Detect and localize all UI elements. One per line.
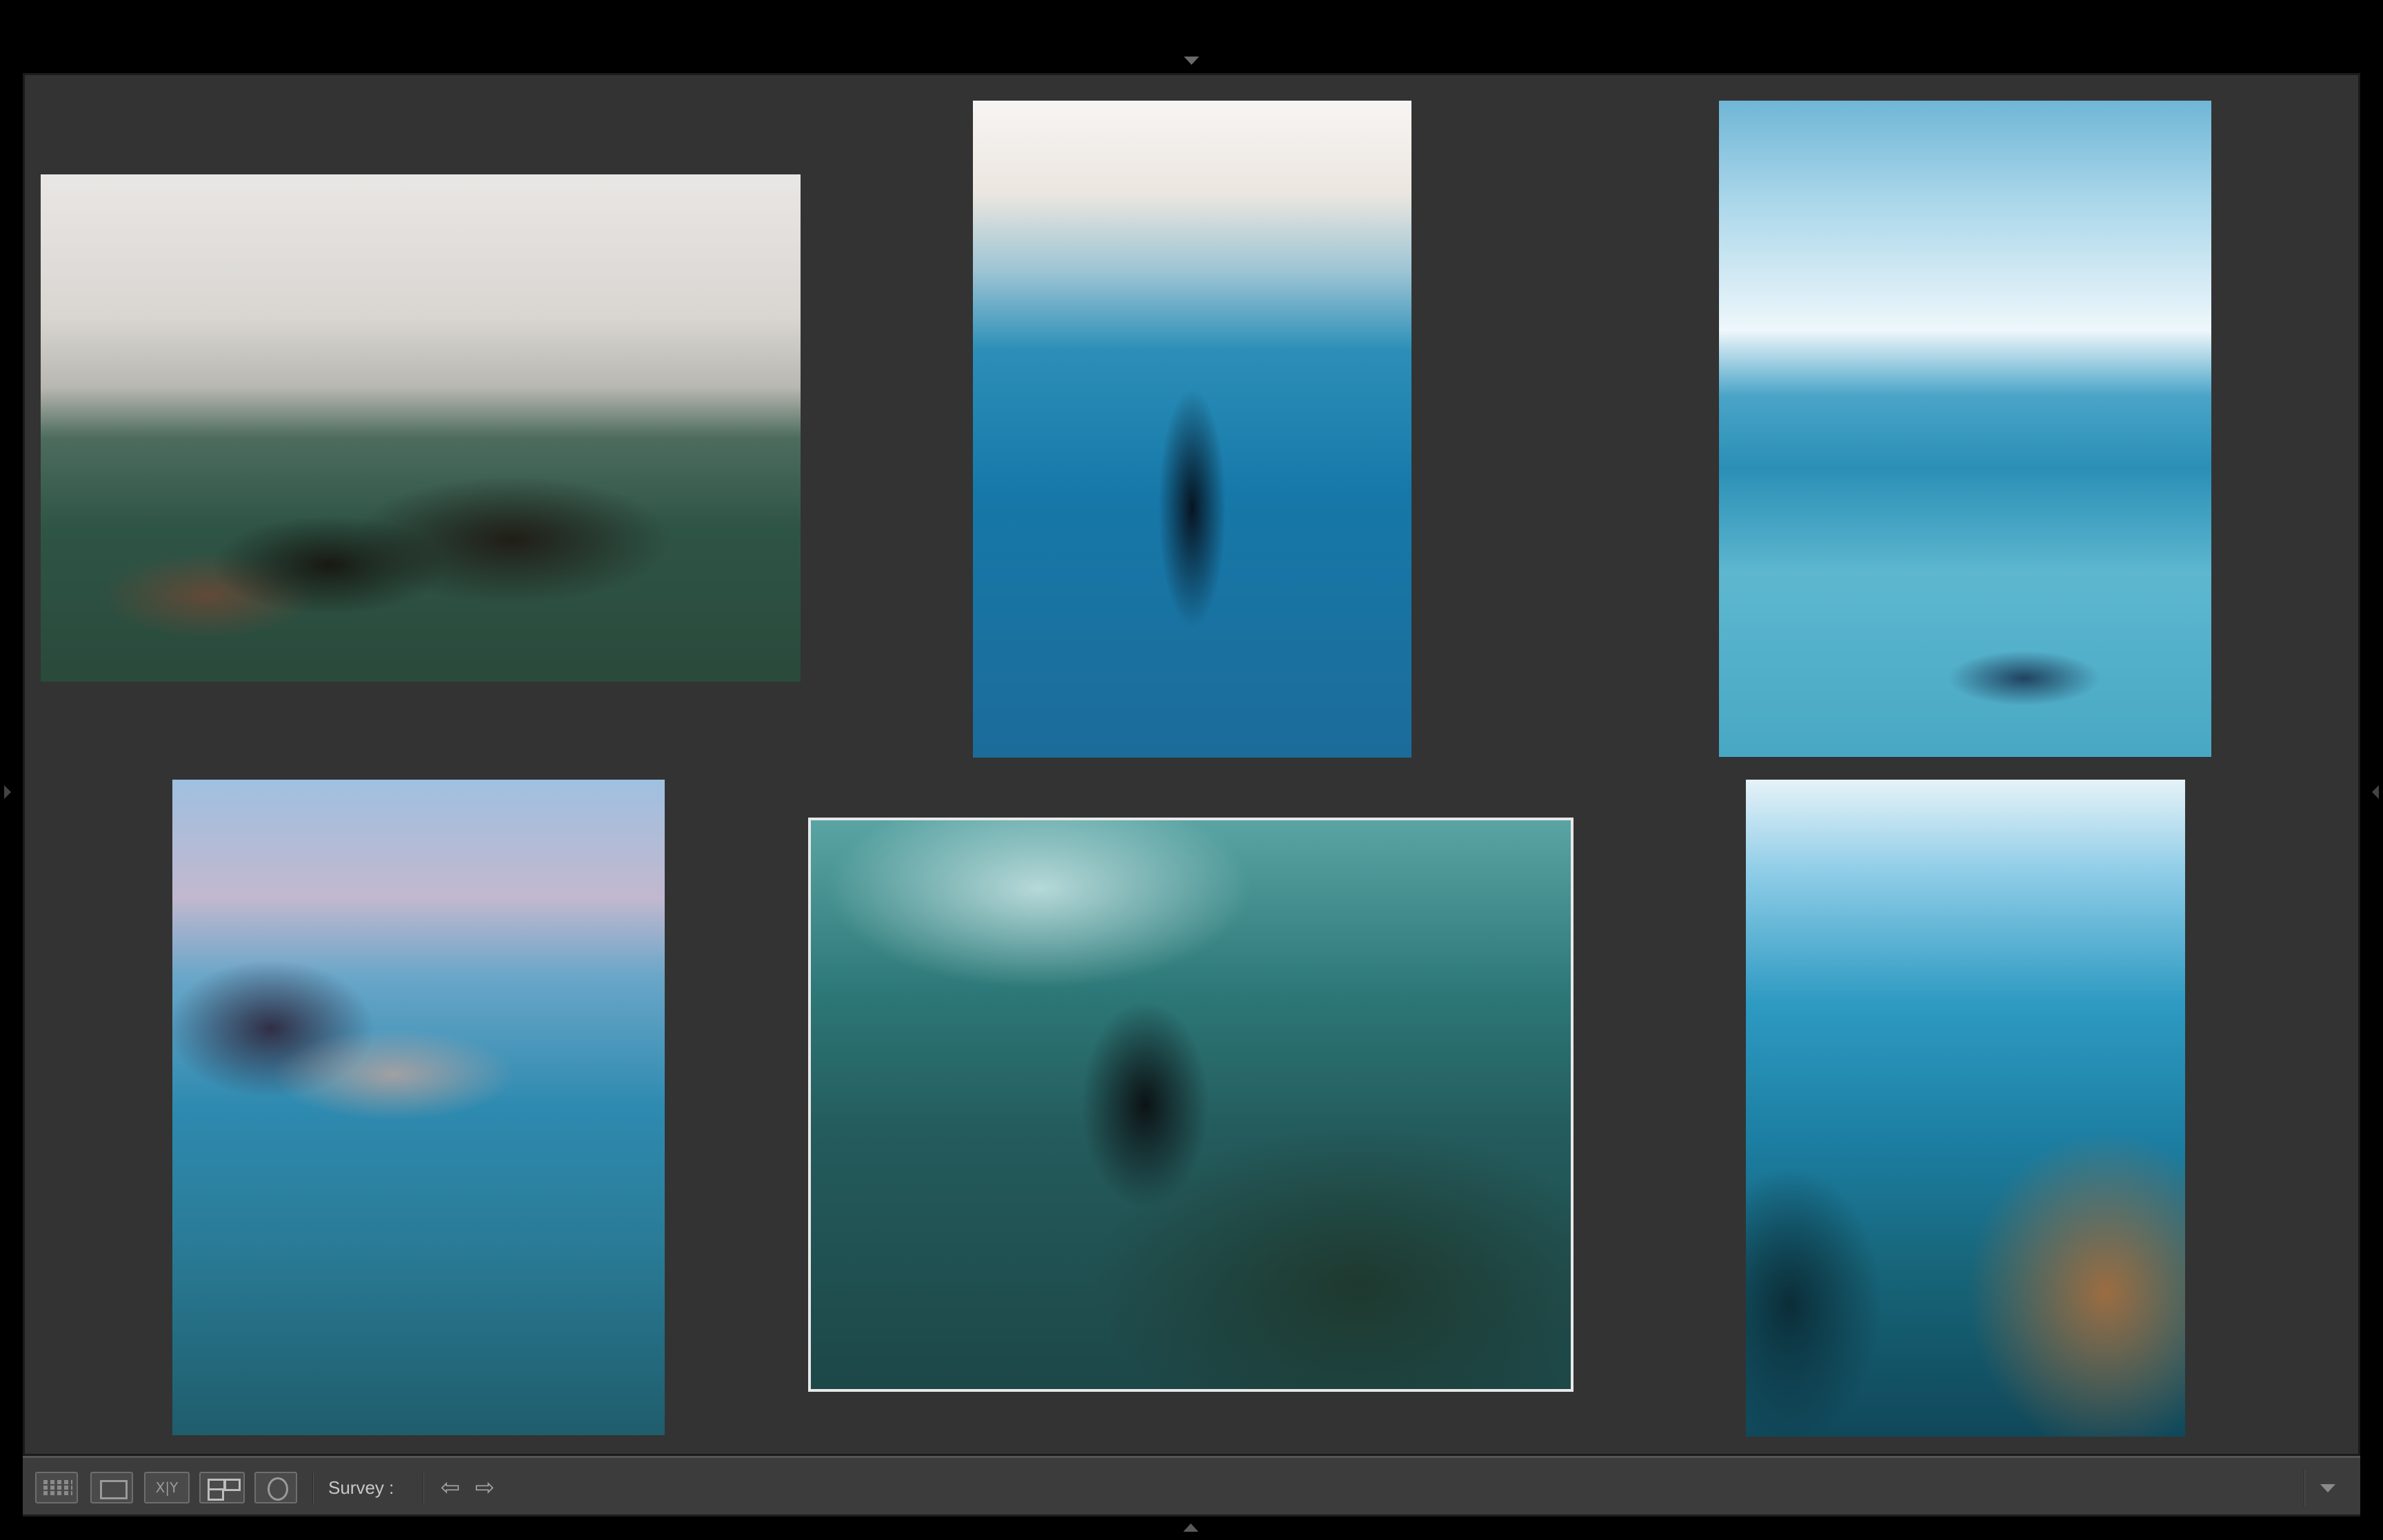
- photo-cell-swimmers[interactable]: [41, 174, 801, 682]
- toolbar-divider: [423, 1473, 424, 1503]
- loupe-view-button[interactable]: [90, 1472, 133, 1503]
- next-photo-arrow-icon[interactable]: ⇨: [472, 1475, 497, 1502]
- toolbar-divider: [312, 1473, 314, 1503]
- view-mode-label: Survey :: [328, 1477, 394, 1498]
- bottom-panel-toggle-icon[interactable]: [1183, 1523, 1198, 1532]
- left-panel-toggle-icon[interactable]: [4, 785, 11, 799]
- top-panel-toggle-icon[interactable]: [1184, 57, 1199, 65]
- right-panel-toggle-icon[interactable]: [2372, 785, 2379, 799]
- compare-view-button[interactable]: X|Y: [144, 1472, 190, 1503]
- photo-cell-reef-wall-diver[interactable]: [1746, 780, 2185, 1437]
- people-view-button[interactable]: [254, 1472, 297, 1503]
- toolbar-content-menu-chevron-icon[interactable]: [2315, 1475, 2341, 1502]
- photo-cell-snorkeler[interactable]: [172, 780, 665, 1435]
- bottom-toolbar: X|Y Survey : ⇦ ⇨: [23, 1456, 2360, 1517]
- survey-view-button[interactable]: [199, 1472, 245, 1503]
- survey-view-area: [23, 73, 2360, 1456]
- photo-cell-diver-over-sand[interactable]: [1719, 101, 2211, 757]
- photo-cell-selected-cave-diver[interactable]: [808, 818, 1573, 1392]
- previous-photo-arrow-icon[interactable]: ⇦: [438, 1475, 463, 1502]
- grid-view-button[interactable]: [35, 1472, 78, 1503]
- toolbar-divider: [2304, 1470, 2305, 1506]
- photo-cell-freediver-ascending[interactable]: [973, 101, 1411, 758]
